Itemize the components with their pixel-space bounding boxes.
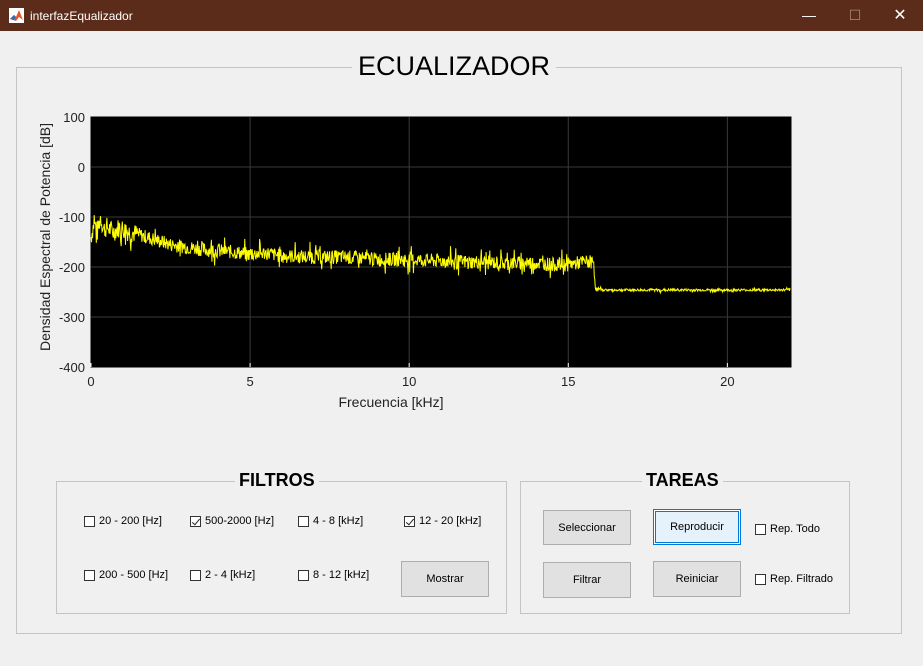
x-tick-label: 20 — [720, 374, 734, 389]
seleccionar-button[interactable]: Seleccionar — [543, 510, 631, 545]
checkbox-box[interactable] — [298, 515, 309, 527]
checkbox-label: 8 - 12 [kHz] — [313, 569, 370, 581]
checkbox-box[interactable] — [190, 515, 201, 527]
checkbox-label: 4 - 8 [kHz] — [313, 515, 364, 527]
window-title: interfazEqualizador — [30, 9, 133, 23]
filtros-title: FILTROS — [235, 470, 319, 491]
checkbox-12-20khz[interactable]: 12 - 20 [kHz] — [404, 515, 481, 527]
checkbox-label: Rep. Todo — [770, 523, 820, 535]
minimize-button[interactable]: — — [786, 0, 832, 31]
y-tick-label: -400 — [59, 360, 85, 375]
checkbox-2-4khz[interactable]: 2 - 4 [kHz] — [190, 569, 255, 581]
checkbox-20-200hz[interactable]: 20 - 200 [Hz] — [84, 515, 162, 527]
maximize-button[interactable]: ☐ — [832, 0, 878, 31]
checkbox-label: 2 - 4 [kHz] — [205, 569, 256, 581]
checkbox-8-12khz[interactable]: 8 - 12 [kHz] — [298, 569, 369, 581]
window-title-bar: interfazEqualizador — ☐ ✕ — [0, 0, 923, 31]
checkbox-box[interactable] — [755, 573, 766, 585]
mostrar-button[interactable]: Mostrar — [401, 561, 489, 597]
checkbox-500-2000hz[interactable]: 500-2000 [Hz] — [190, 515, 274, 527]
checkbox-label: Rep. Filtrado — [770, 573, 833, 585]
checkbox-box[interactable] — [190, 569, 201, 581]
checkbox-rep-todo[interactable]: Rep. Todo — [755, 523, 820, 535]
y-tick-label: 100 — [63, 110, 85, 125]
y-tick-label: -300 — [59, 310, 85, 325]
checkbox-rep-filtrado[interactable]: Rep. Filtrado — [755, 573, 833, 585]
checkbox-box[interactable] — [84, 515, 95, 527]
checkbox-4-8khz[interactable]: 4 - 8 [kHz] — [298, 515, 363, 527]
tareas-title: TAREAS — [642, 470, 723, 491]
checkbox-box[interactable] — [404, 515, 415, 527]
y-tick-label: -100 — [59, 210, 85, 225]
page-title: ECUALIZADOR — [352, 51, 557, 82]
checkbox-label: 500-2000 [Hz] — [205, 515, 275, 527]
checkbox-label: 12 - 20 [kHz] — [419, 515, 482, 527]
y-tick-label: -200 — [59, 260, 85, 275]
matlab-icon — [9, 8, 24, 23]
filtrar-button[interactable]: Filtrar — [543, 562, 631, 598]
x-tick-label: 0 — [87, 374, 94, 389]
checkbox-box[interactable] — [298, 569, 309, 581]
reproducir-button[interactable]: Reproducir — [653, 509, 741, 545]
y-axis-label: Densidad Espectral de Potencia [dB] — [37, 123, 53, 351]
plot-area — [90, 116, 792, 368]
x-tick-label: 5 — [246, 374, 253, 389]
y-tick-label: 0 — [78, 160, 85, 175]
checkbox-label: 200 - 500 [Hz] — [99, 569, 169, 581]
spectrum-chart: 0 5 10 15 20 100 0 -100 -200 -300 -400 Frecuencia [… — [37, 110, 792, 410]
checkbox-box[interactable] — [755, 523, 766, 535]
x-axis-label: Frecuencia [kHz] — [338, 394, 443, 410]
x-tick-label: 10 — [402, 374, 416, 389]
checkbox-label: 20 - 200 [Hz] — [99, 515, 162, 527]
reiniciar-button[interactable]: Reiniciar — [653, 561, 741, 597]
checkbox-200-500hz[interactable]: 200 - 500 [Hz] — [84, 569, 168, 581]
close-button[interactable]: ✕ — [877, 0, 923, 31]
checkbox-box[interactable] — [84, 569, 95, 581]
x-tick-label: 15 — [561, 374, 575, 389]
